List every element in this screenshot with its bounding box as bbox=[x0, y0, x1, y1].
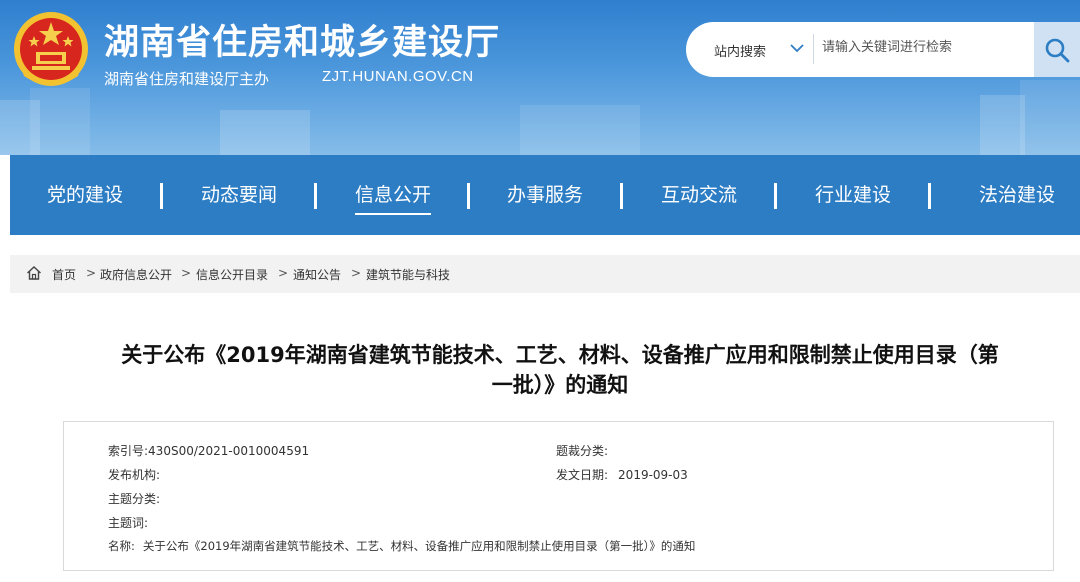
search-icon bbox=[1044, 37, 1070, 63]
meta-topic: 主题分类: bbox=[108, 490, 166, 507]
breadcrumb-gov-info[interactable]: 政府信息公开 bbox=[100, 266, 172, 283]
breadcrumb-building-energy[interactable]: 建筑节能与科技 bbox=[366, 266, 450, 283]
nav-separator bbox=[620, 183, 623, 209]
article-title-line: 关于公布《2019年湖南省建筑节能技术、工艺、材料、设备推广应用和限制禁止使用目… bbox=[60, 340, 1060, 370]
meta-date: 发文日期: 2019-09-03 bbox=[556, 466, 688, 483]
breadcrumb-separator: > bbox=[351, 266, 361, 280]
main-nav: 党的建设 动态要闻 信息公开 办事服务 互动交流 行业建设 法治建设 bbox=[10, 155, 1080, 235]
meta-genre: 题裁分类: bbox=[556, 442, 614, 459]
home-icon[interactable] bbox=[26, 265, 42, 281]
breadcrumb-home[interactable]: 首页 bbox=[52, 266, 76, 283]
nav-separator bbox=[928, 183, 931, 209]
header-building-decoration bbox=[30, 88, 90, 155]
breadcrumb-separator: > bbox=[86, 266, 96, 280]
site-subtitle: 湖南省住房和建设厅主办 bbox=[104, 68, 269, 89]
meta-keywords: 主题词: bbox=[108, 514, 154, 531]
site-title: 湖南省住房和城乡建设厅 bbox=[104, 14, 500, 65]
nav-item-info-disclosure[interactable]: 信息公开 bbox=[338, 155, 448, 235]
nav-item-news[interactable]: 动态要闻 bbox=[184, 155, 294, 235]
breadcrumb-info-catalog[interactable]: 信息公开目录 bbox=[196, 266, 268, 283]
nav-item-services[interactable]: 办事服务 bbox=[490, 155, 600, 235]
search-bar: 站内搜索 bbox=[686, 22, 1080, 77]
nav-item-interaction[interactable]: 互动交流 bbox=[644, 155, 754, 235]
meta-label: 题裁分类: bbox=[556, 442, 608, 459]
header-building-decoration bbox=[520, 105, 640, 155]
meta-publisher: 发布机构: bbox=[108, 466, 166, 483]
header-building-decoration bbox=[1020, 80, 1080, 155]
nav-active-indicator bbox=[355, 213, 431, 215]
meta-value: 2019-09-03 bbox=[618, 468, 688, 482]
meta-label: 主题词: bbox=[108, 514, 148, 531]
document-meta-box: 索引号:430S00/2021-0010004591 题裁分类: 发布机构: 发… bbox=[63, 421, 1054, 571]
breadcrumb-separator: > bbox=[278, 266, 288, 280]
site-header: 湖南省住房和城乡建设厅 湖南省住房和建设厅主办 ZJT.HUNAN.GOV.CN… bbox=[0, 0, 1080, 155]
meta-index: 索引号:430S00/2021-0010004591 bbox=[108, 442, 309, 459]
meta-label: 发文日期: bbox=[556, 466, 608, 483]
site-url[interactable]: ZJT.HUNAN.GOV.CN bbox=[322, 68, 474, 85]
breadcrumb-separator: > bbox=[181, 266, 191, 280]
nav-item-party-building[interactable]: 党的建设 bbox=[30, 155, 140, 235]
meta-label: 主题分类: bbox=[108, 490, 160, 507]
breadcrumb-notices[interactable]: 通知公告 bbox=[293, 266, 341, 283]
chevron-down-icon[interactable] bbox=[790, 43, 804, 53]
meta-label: 发布机构: bbox=[108, 466, 160, 483]
meta-value: 430S00/2021-0010004591 bbox=[148, 444, 309, 458]
meta-label: 索引号: bbox=[108, 442, 148, 459]
search-input[interactable] bbox=[822, 32, 1022, 62]
article-title: 关于公布《2019年湖南省建筑节能技术、工艺、材料、设备推广应用和限制禁止使用目… bbox=[60, 340, 1060, 400]
search-button[interactable] bbox=[1034, 22, 1080, 77]
national-emblem-icon bbox=[12, 10, 90, 88]
nav-separator bbox=[774, 183, 777, 209]
breadcrumb: 首页 > 政府信息公开 > 信息公开目录 > 通知公告 > 建筑节能与科技 bbox=[10, 255, 1080, 293]
nav-separator bbox=[314, 183, 317, 209]
nav-separator bbox=[467, 183, 470, 209]
header-building-decoration bbox=[220, 110, 310, 155]
nav-item-rule-of-law[interactable]: 法治建设 bbox=[962, 155, 1072, 235]
meta-value: 关于公布《2019年湖南省建筑节能技术、工艺、材料、设备推广应用和限制禁止使用目… bbox=[143, 538, 696, 554]
header-building-decoration bbox=[980, 95, 1025, 155]
search-divider bbox=[813, 34, 814, 64]
meta-label: 名称: bbox=[108, 538, 135, 554]
meta-name: 名称: 关于公布《2019年湖南省建筑节能技术、工艺、材料、设备推广应用和限制禁止… bbox=[108, 538, 695, 554]
nav-separator bbox=[160, 183, 163, 209]
nav-item-industry[interactable]: 行业建设 bbox=[798, 155, 908, 235]
search-scope-select[interactable]: 站内搜索 bbox=[714, 41, 766, 60]
article-title-line: 一批）》的通知 bbox=[60, 370, 1060, 400]
